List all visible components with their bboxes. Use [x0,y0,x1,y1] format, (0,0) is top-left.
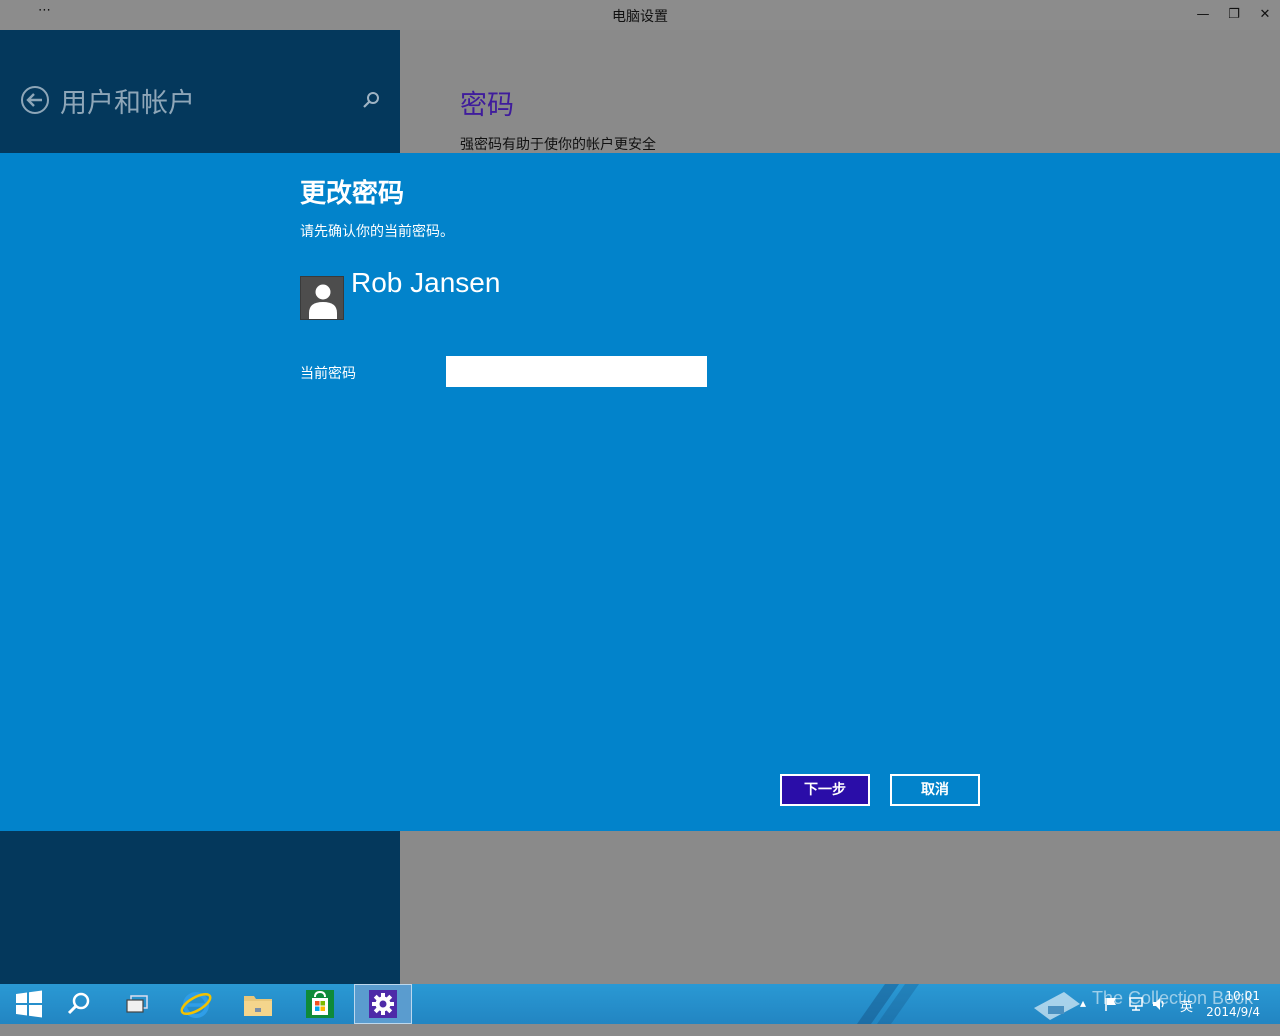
windows-logo-icon [16,990,42,1018]
task-view-icon [126,995,148,1013]
taskbar: ▴ 英 10:01 2014/9/4 [0,984,1280,1024]
book-icon [1034,992,1080,1020]
section-title: 用户和帐户 [60,88,195,119]
gear-icon [369,990,397,1018]
cancel-button[interactable]: 取消 [890,774,980,806]
title-bar: ⋯ 电脑设置 — ❐ ✕ [0,0,1280,30]
change-password-dialog: 更改密码 请先确认你的当前密码。 Rob Jansen 当前密码 下一步 取消 [0,153,1280,831]
store-bag-icon [306,990,334,1018]
search-icon [67,992,90,1015]
decorative-stripes [857,984,919,1024]
page-description: 强密码有助于使你的帐户更安全 [460,137,656,153]
minimize-button[interactable]: — [1189,4,1217,26]
store-button[interactable] [291,984,349,1024]
current-password-label: 当前密码 [300,366,356,382]
restore-button[interactable]: ❐ [1220,4,1248,26]
folder-icon [244,996,272,1016]
pc-settings-button[interactable] [354,984,412,1024]
back-arrow-icon[interactable] [20,85,50,115]
taskbar-search-button[interactable] [50,984,108,1024]
next-button[interactable]: 下一步 [780,774,870,806]
current-password-input[interactable] [446,356,707,387]
watermark: The Collection Book [1092,988,1254,1008]
search-icon[interactable] [362,91,380,109]
user-silhouette-icon [309,284,337,319]
dialog-subtitle: 请先确认你的当前密码。 [300,224,454,240]
window-title: 电脑设置 [612,9,668,25]
page-title: 密码 [460,90,514,121]
dialog-title: 更改密码 [300,179,405,209]
avatar [300,276,344,320]
internet-explorer-button[interactable] [167,984,225,1024]
show-hidden-icons-icon[interactable]: ▴ [1080,996,1086,1036]
task-view-button[interactable] [108,984,166,1024]
user-name: Rob Jansen [351,267,501,298]
file-explorer-button[interactable] [229,984,287,1024]
internet-explorer-icon [180,992,212,1018]
close-button[interactable]: ✕ [1251,4,1279,26]
